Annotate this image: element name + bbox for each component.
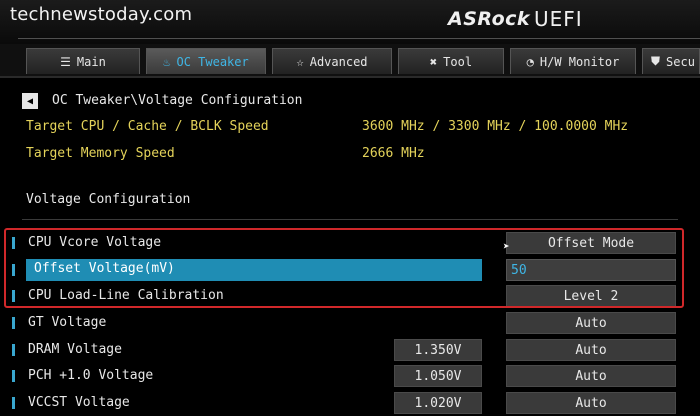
uefi-label: UEFI [534,7,583,31]
highlight-frame [4,228,684,308]
row-marker [12,370,15,382]
dram-voltage-label: DRAM Voltage [28,342,122,357]
tab-bar-line [18,38,700,39]
gt-voltage-label: GT Voltage [28,315,107,330]
row-marker [12,344,15,356]
pch-voltage-value: 1.050V [394,365,482,387]
tab-main[interactable]: ☰ Main [26,48,140,74]
list-icon: ☰ [60,54,71,69]
target-memory-value: 2666 MHz [362,146,425,161]
tab-label: Tool [443,54,473,69]
tab-label: Secu [666,54,695,69]
row-marker [12,317,15,329]
target-memory-label: Target Memory Speed [26,146,175,161]
tab-label: OC Tweaker [176,54,249,69]
back-button[interactable]: ◀ [22,93,38,109]
tab-label: Main [76,54,106,69]
header-bar: technewstoday.com ASRock UEFI [0,0,700,44]
gt-voltage-select[interactable]: Auto [506,312,676,334]
flame-icon: ♨ [163,54,171,69]
vccst-voltage-select[interactable]: Auto [506,392,676,414]
breadcrumb: OC Tweaker\Voltage Configuration [52,93,303,108]
star-icon: ☆ [296,54,304,69]
dram-voltage-value: 1.350V [394,339,482,361]
section-title: Voltage Configuration [26,192,191,207]
dram-voltage-select[interactable]: Auto [506,339,676,361]
tab-label: H/W Monitor [539,54,620,69]
row-marker [12,397,15,409]
tab-oc-tweaker[interactable]: ♨ OC Tweaker [146,48,266,74]
back-arrow-icon: ◀ [26,95,34,107]
tab-advanced[interactable]: ☆ Advanced [272,48,392,74]
tab-hw-monitor[interactable]: ◔ H/W Monitor [510,48,636,74]
pch-voltage-select[interactable]: Auto [506,365,676,387]
mouse-cursor-icon: ➤ [503,240,510,253]
site-watermark: technewstoday.com [10,4,193,25]
divider [22,219,678,220]
tab-label: Advanced [309,54,368,69]
pch-voltage-label: PCH +1.0 Voltage [28,368,154,383]
shield-icon: ⛊ [651,54,661,68]
target-cpu-value: 3600 MHz / 3300 MHz / 100.0000 MHz [362,119,629,134]
monitor-icon: ◔ [526,54,534,69]
tab-security[interactable]: ⛊ Secu [642,48,700,74]
target-cpu-label: Target CPU / Cache / BCLK Speed [26,119,269,134]
tab-tool[interactable]: ✖ Tool [398,48,504,74]
vccst-voltage-label: VCCST Voltage [28,395,130,410]
tools-icon: ✖ [429,54,438,69]
brand-logo: ASRock [448,8,531,30]
vccst-voltage-value: 1.020V [394,392,482,414]
